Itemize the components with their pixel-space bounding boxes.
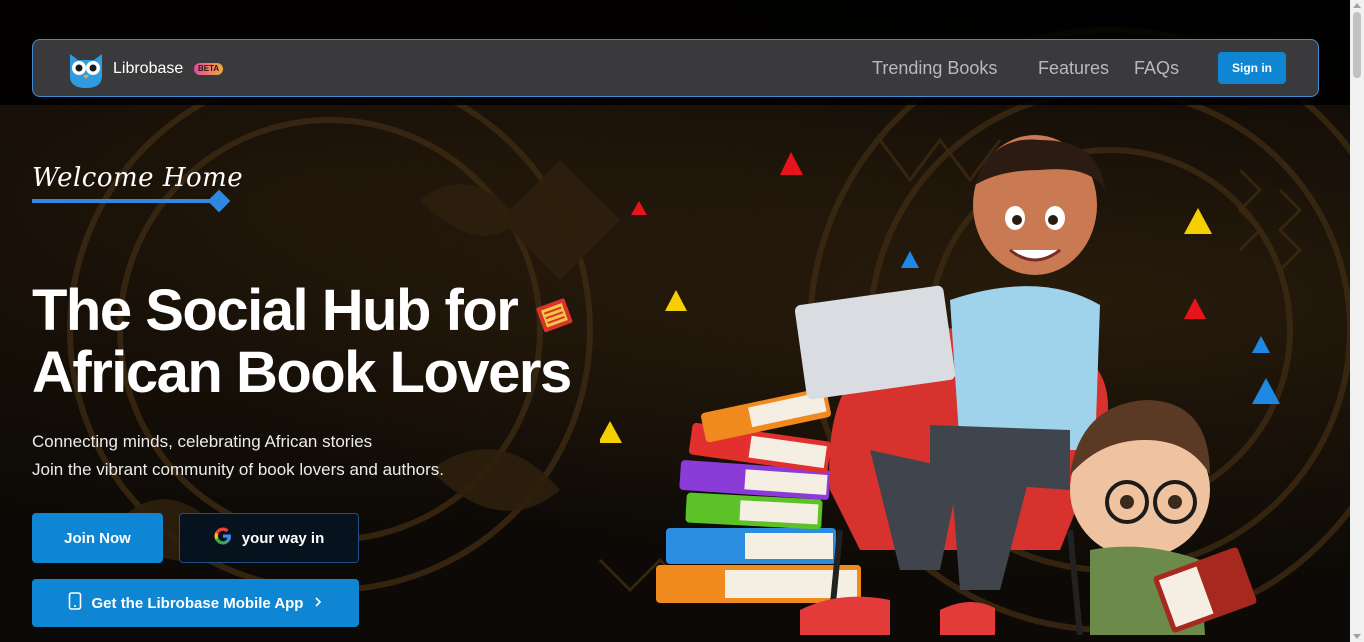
mobile-app-label: Get the Librobase Mobile App [91,594,304,612]
scrollbar-thumb[interactable] [1353,12,1361,78]
navbar: Librobase BETA Trending Books Features F… [32,39,1319,97]
phone-icon [68,592,82,614]
sign-in-button[interactable]: Sign in [1218,52,1286,84]
hero-subtitle-line2: Join the vibrant community of book lover… [32,460,444,479]
nav-faqs[interactable]: FAQs [1134,58,1179,79]
hero-title-line2: African Book Lovers [32,340,572,405]
join-now-button[interactable]: Join Now [32,513,163,563]
hero-subtitle-line1: Connecting minds, celebrating African st… [32,432,373,451]
chevron-right-icon [313,595,323,612]
welcome-heading: Welcome Home [32,163,244,193]
owl-logo-icon[interactable] [66,48,106,90]
nav-features[interactable]: Features [1038,58,1109,79]
welcome-underline [32,199,217,203]
google-button-label: your way in [241,529,325,547]
beta-badge: BETA [194,63,224,75]
google-icon [214,527,232,549]
hero-illustration [598,130,1290,642]
hero-subtitle: Connecting minds, celebrating African st… [32,428,444,484]
hero-title-line1: The Social Hub for [32,278,519,343]
mobile-app-button[interactable]: Get the Librobase Mobile App [32,579,359,627]
vertical-scrollbar[interactable] [1350,0,1364,642]
brand-name[interactable]: Librobase [113,60,183,78]
google-signin-button[interactable]: your way in [179,513,359,563]
nav-trending-books[interactable]: Trending Books [872,58,997,79]
books-emoji-icon [533,294,577,334]
join-now-label: Join Now [64,529,131,547]
hero-title: The Social Hub for African Book Lovers [32,280,592,404]
scroll-up-arrow-icon[interactable] [1353,3,1361,8]
scroll-down-arrow-icon[interactable] [1353,634,1361,639]
